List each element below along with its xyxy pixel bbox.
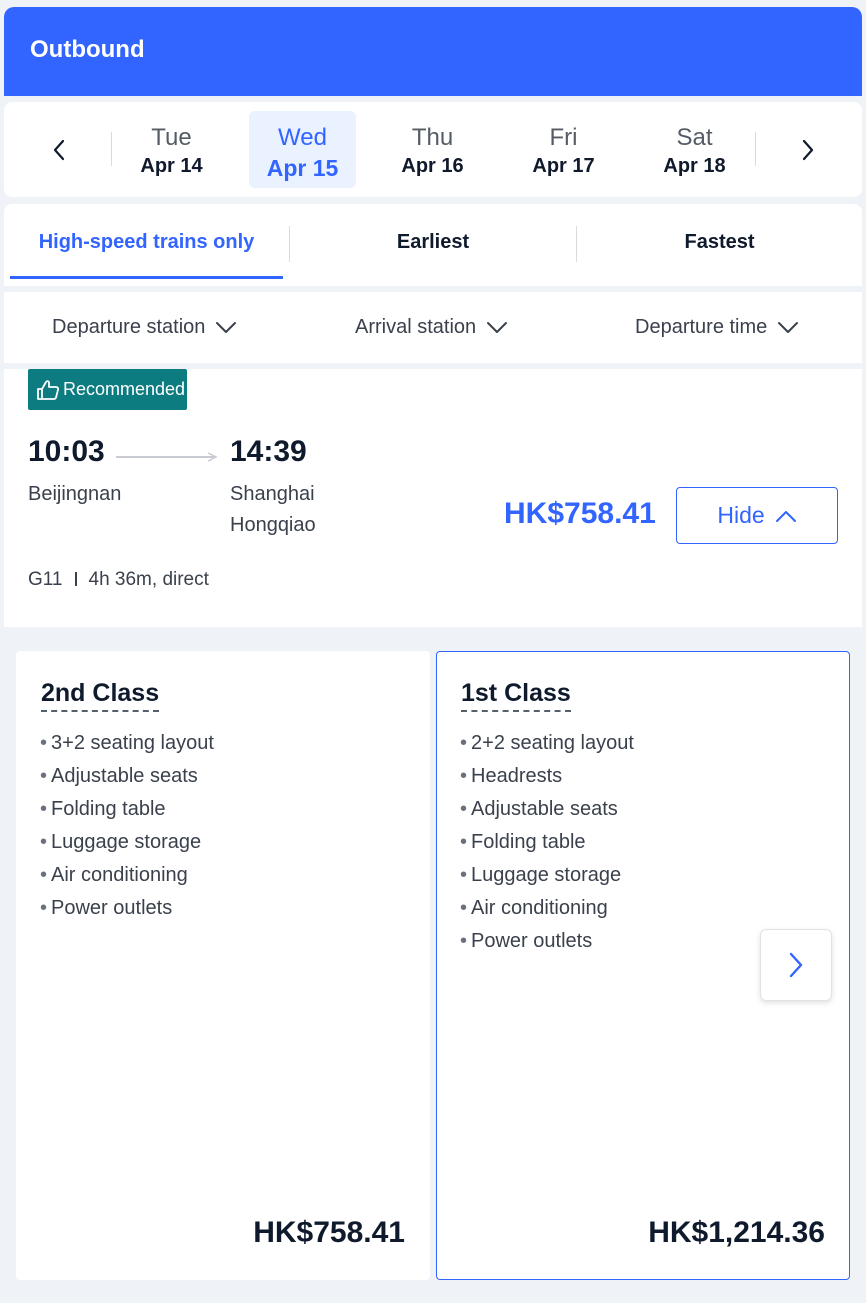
chevron-down-icon: [487, 321, 508, 333]
class-price: HK$758.41: [253, 1216, 405, 1249]
next-date-button[interactable]: [788, 130, 828, 170]
hide-label: Hide: [717, 502, 765, 528]
lowest-price: HK$758.41: [504, 497, 656, 530]
feature-item: Power outlets: [40, 892, 214, 925]
sort-tabs: High-speed trains only Earliest Fastest: [4, 204, 862, 286]
arrival-station-line1: Shanghai: [230, 483, 315, 505]
tab-label: Fastest: [684, 230, 755, 253]
trip-duration: 4h 36m, direct: [88, 569, 209, 590]
feature-item: Adjustable seats: [40, 760, 214, 793]
divider: [111, 132, 112, 166]
chevron-down-icon: [216, 321, 237, 333]
tab-fastest[interactable]: Fastest: [577, 204, 862, 280]
feature-item: 3+2 seating layout: [40, 727, 214, 760]
date-label: Apr 18: [663, 155, 726, 177]
date-label: Apr 16: [401, 155, 464, 177]
date-weekday: Sat: [676, 124, 713, 151]
outbound-header: Outbound: [4, 7, 862, 96]
divider: [74, 572, 77, 586]
date-weekday: Wed: [278, 124, 327, 151]
date-fri[interactable]: Fri Apr 17: [510, 111, 617, 188]
chevron-right-icon: [789, 952, 803, 978]
departure-station-filter[interactable]: Departure station: [52, 292, 237, 363]
feature-item: Headrests: [460, 760, 634, 793]
filter-label: Departure time: [635, 316, 768, 338]
class-name[interactable]: 1st Class: [461, 679, 571, 712]
chevron-up-icon: [775, 510, 796, 522]
tab-earliest[interactable]: Earliest: [290, 204, 576, 280]
feature-item: Folding table: [460, 826, 634, 859]
train-number: G11: [28, 569, 63, 590]
date-tue[interactable]: Tue Apr 14: [118, 111, 225, 188]
chevron-down-icon: [778, 321, 799, 333]
class-price: HK$1,214.36: [648, 1216, 825, 1249]
date-thu[interactable]: Thu Apr 16: [379, 111, 486, 188]
filter-label: Arrival station: [355, 316, 477, 338]
chevron-left-icon: [53, 139, 65, 161]
date-label: Apr 14: [140, 155, 203, 177]
active-tab-indicator: [10, 276, 283, 279]
header-title: Outbound: [30, 36, 145, 63]
next-class-button[interactable]: [760, 929, 832, 1001]
arrival-station-line2: Hongqiao: [230, 514, 316, 536]
filter-label: Departure station: [52, 316, 206, 338]
tab-high-speed-only[interactable]: High-speed trains only: [10, 204, 283, 280]
departure-station: Beijingnan: [28, 483, 122, 505]
feature-list: 2+2 seating layout Headrests Adjustable …: [460, 727, 634, 958]
tab-label: High-speed trains only: [38, 230, 255, 253]
departure-time: 10:03: [28, 435, 105, 468]
feature-item: Luggage storage: [40, 826, 214, 859]
date-selector: Tue Apr 14 Wed Apr 15 Thu Apr 16 Fri Apr…: [4, 102, 862, 197]
tab-label: Earliest: [396, 230, 470, 253]
feature-item: 2+2 seating layout: [460, 727, 634, 760]
feature-item: Adjustable seats: [460, 793, 634, 826]
date-label: Apr 17: [532, 155, 595, 177]
badge-label: Recommended: [63, 379, 186, 399]
date-weekday: Tue: [151, 124, 192, 151]
date-wed-selected[interactable]: Wed Apr 15: [249, 111, 356, 188]
arrival-time: 14:39: [230, 435, 307, 468]
date-sat[interactable]: Sat Apr 18: [641, 111, 748, 188]
train-result-card[interactable]: Recommended 10:03 14:39 Beijingnan Shang…: [4, 369, 862, 627]
feature-item: Air conditioning: [460, 892, 634, 925]
thumbs-up-icon: [37, 379, 60, 400]
recommended-badge: Recommended: [28, 369, 187, 410]
feature-item: Power outlets: [460, 925, 634, 958]
date-weekday: Thu: [411, 124, 454, 151]
filter-bar: Departure station Arrival station Depart…: [4, 292, 862, 363]
feature-item: Luggage storage: [460, 859, 634, 892]
departure-time-filter[interactable]: Departure time: [635, 292, 799, 363]
feature-item: Folding table: [40, 793, 214, 826]
date-label: Apr 15: [266, 155, 339, 181]
feature-list: 3+2 seating layout Adjustable seats Fold…: [40, 727, 214, 925]
arrival-station-filter[interactable]: Arrival station: [355, 292, 508, 363]
prev-date-button[interactable]: [39, 130, 79, 170]
class-name[interactable]: 2nd Class: [41, 679, 160, 712]
route-arrow: [116, 452, 218, 462]
seat-class-card-2nd[interactable]: 2nd Class 3+2 seating layout Adjustable …: [16, 651, 430, 1280]
hide-button[interactable]: Hide: [676, 487, 838, 544]
chevron-right-icon: [802, 139, 814, 161]
feature-item: Air conditioning: [40, 859, 214, 892]
divider: [755, 132, 756, 166]
train-info: G11 4h 36m, direct: [28, 569, 209, 591]
date-weekday: Fri: [549, 124, 578, 151]
